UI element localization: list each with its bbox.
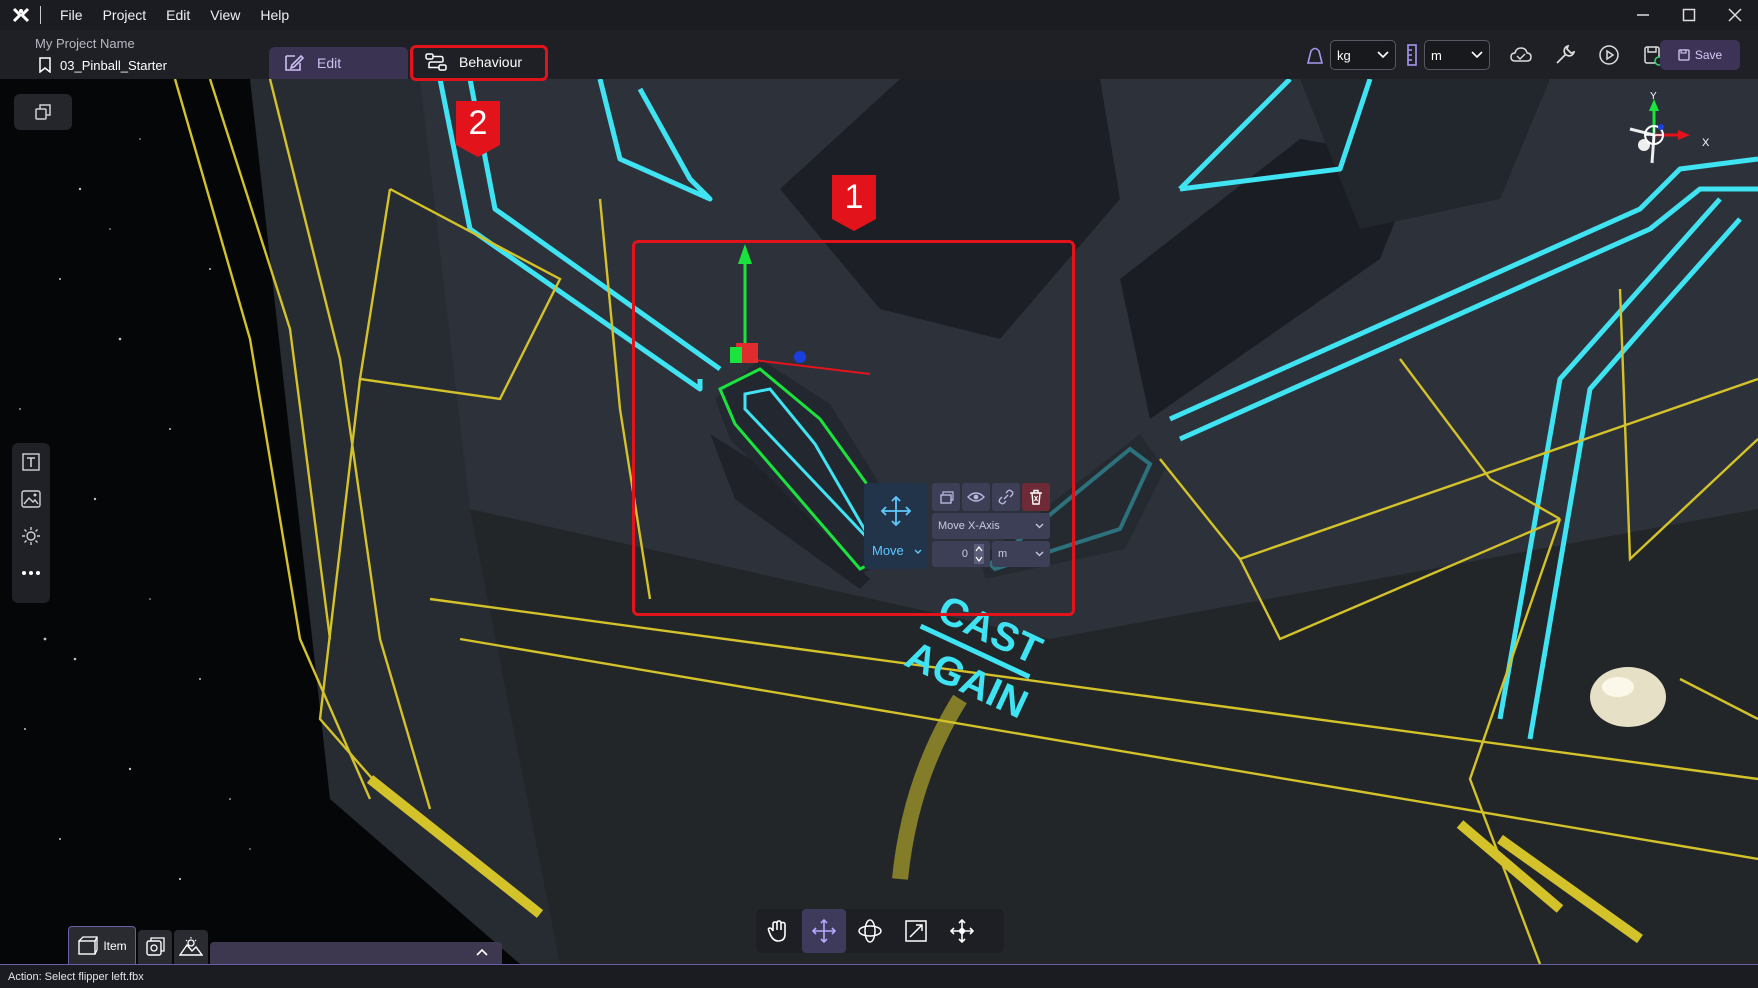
more-tools-button[interactable] xyxy=(12,554,50,591)
status-text: Action: Select flipper left.fbx xyxy=(8,970,144,983)
layers-icon xyxy=(35,104,51,120)
save-label: Save xyxy=(1694,48,1723,62)
hand-icon xyxy=(767,920,786,942)
landscape-sun-icon xyxy=(179,937,203,956)
tab-edit-label: Edit xyxy=(317,55,342,71)
scene-selector[interactable]: 03_Pinball_Starter xyxy=(38,57,167,73)
tab-item-label: Item xyxy=(103,938,127,953)
mass-icon xyxy=(1302,40,1328,70)
cube-icon xyxy=(146,937,165,956)
left-tool-rail xyxy=(12,443,50,603)
title-separator xyxy=(40,6,41,24)
pinball-ball xyxy=(1590,667,1666,727)
axis-label-x: X xyxy=(1702,137,1710,149)
highlight-box-2 xyxy=(410,45,548,81)
project-name: My Project Name xyxy=(35,36,135,51)
wrench-icon[interactable] xyxy=(1550,40,1580,70)
save-button[interactable]: Save xyxy=(1660,40,1740,70)
close-icon[interactable] xyxy=(1712,0,1758,30)
rotate-tool[interactable] xyxy=(848,909,892,953)
tab-item[interactable]: Item xyxy=(68,926,136,964)
edit-icon xyxy=(285,54,305,71)
menu-bar: File Project Edit View Help xyxy=(50,0,299,30)
pivot-icon xyxy=(950,919,974,943)
bookmark-icon xyxy=(39,57,51,73)
menu-view[interactable]: View xyxy=(210,7,240,23)
mass-unit-select[interactable]: kg xyxy=(1330,40,1396,70)
status-bar: Action: Select flipper left.fbx xyxy=(0,964,1758,988)
chevron-up-icon xyxy=(476,948,488,956)
view-toggle-button[interactable] xyxy=(14,94,72,130)
play-icon[interactable] xyxy=(1594,40,1624,70)
length-unit-value: m xyxy=(1431,47,1442,63)
rotate-icon xyxy=(858,919,882,943)
sun-icon xyxy=(22,526,40,545)
tab-environment[interactable] xyxy=(138,930,172,964)
tab-edit[interactable]: Edit xyxy=(269,47,408,79)
light-tool[interactable] xyxy=(12,517,50,554)
transform-toolbar xyxy=(756,909,1004,953)
scale-tool[interactable] xyxy=(894,909,938,953)
menu-project[interactable]: Project xyxy=(103,7,147,23)
window-controls xyxy=(1620,0,1758,30)
tab-lighting[interactable] xyxy=(174,930,208,964)
length-icon xyxy=(1400,40,1424,70)
move-tool[interactable] xyxy=(802,909,846,953)
mass-unit-value: kg xyxy=(1337,47,1351,63)
app-logo-icon xyxy=(12,7,30,23)
image-tool[interactable] xyxy=(12,480,50,517)
axis-label-y: Y xyxy=(1650,91,1657,102)
maximize-icon[interactable] xyxy=(1666,0,1712,30)
minimize-icon[interactable] xyxy=(1620,0,1666,30)
menu-help[interactable]: Help xyxy=(260,7,289,23)
cloud-icon[interactable] xyxy=(1506,40,1536,70)
panel-collapse-strip[interactable] xyxy=(210,942,502,964)
save-icon xyxy=(1678,49,1690,61)
title-bar: File Project Edit View Help xyxy=(0,0,1758,30)
length-unit-select[interactable]: m xyxy=(1424,40,1490,70)
move-arrows-icon xyxy=(812,919,836,943)
scene-name: 03_Pinball_Starter xyxy=(60,57,167,73)
item-icon xyxy=(78,935,98,955)
chevron-down-icon xyxy=(1377,51,1389,59)
text-tool[interactable] xyxy=(12,443,50,480)
axis-gizmo[interactable]: Y X xyxy=(1600,89,1720,179)
callout-badge-1: 1 xyxy=(832,175,876,231)
app-header: My Project Name 03_Pinball_Starter Edit … xyxy=(0,30,1758,79)
menu-edit[interactable]: Edit xyxy=(166,7,190,23)
highlight-box-1 xyxy=(632,240,1075,616)
image-icon xyxy=(21,489,41,508)
text-frame-icon xyxy=(22,452,40,471)
chevron-down-icon xyxy=(1471,51,1483,59)
bottom-panel-tabs: Item xyxy=(68,926,502,964)
pan-tool[interactable] xyxy=(756,909,800,953)
scale-icon xyxy=(905,920,927,942)
menu-file[interactable]: File xyxy=(60,7,83,23)
pivot-tool[interactable] xyxy=(940,909,984,953)
more-dots-icon xyxy=(22,570,40,575)
callout-badge-2: 2 xyxy=(456,101,500,157)
